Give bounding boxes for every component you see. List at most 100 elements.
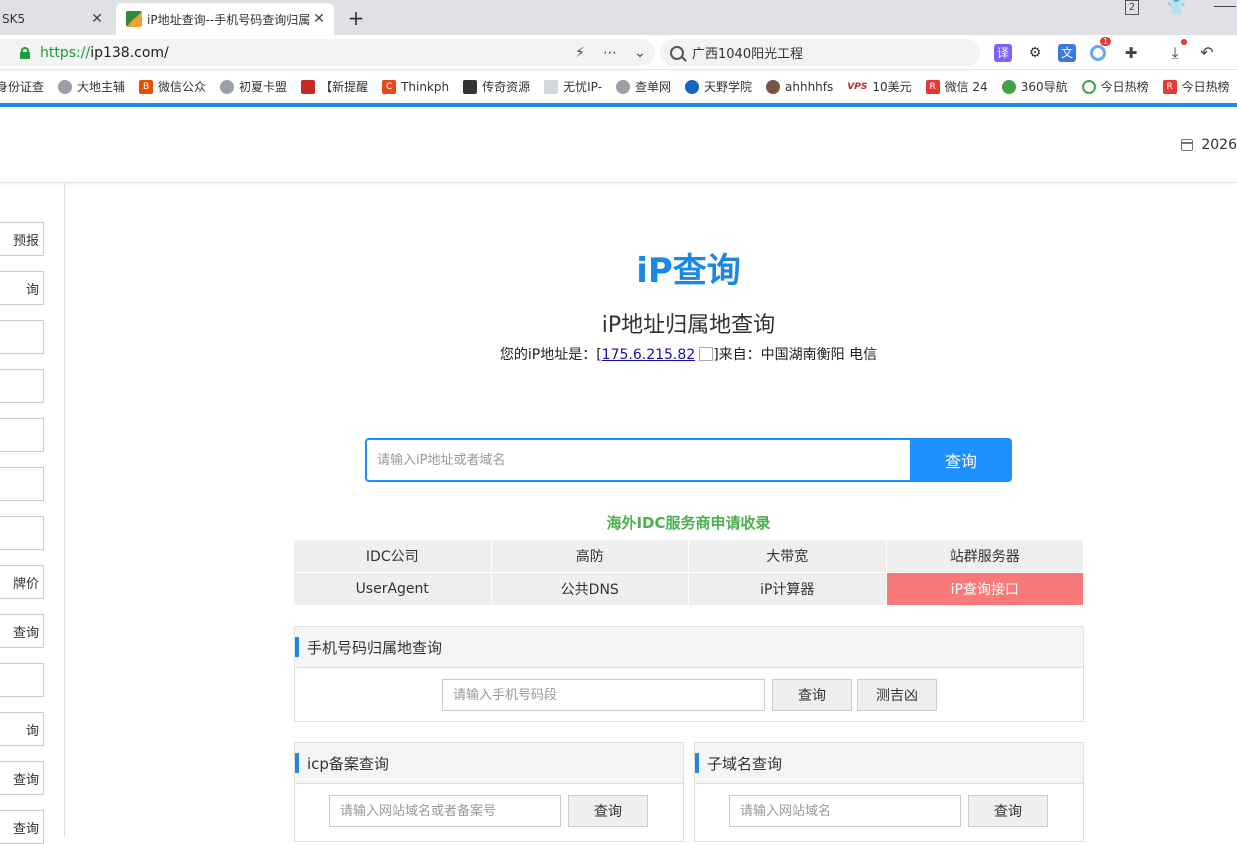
nav-ip-calculator[interactable]: iP计算器 [689, 573, 886, 605]
sidebar-item[interactable]: 查询 [0, 810, 44, 844]
page-title: iP地址归属地查询 [601, 313, 776, 338]
bookmark-label: 【新提醒 [320, 80, 369, 94]
bookmark-label: 微信 24 [944, 80, 988, 94]
sidebar-item-label: 查询 [12, 772, 39, 788]
more-icon[interactable]: ⋯ [595, 45, 625, 61]
globe-icon [58, 79, 73, 94]
ip-info-line: 您的iP地址是：[175.6.215.82]来自：中国湖南衡阳 电信 [0, 344, 1237, 364]
site-favicon-icon [126, 11, 142, 27]
bookmark-item[interactable]: 【新提醒 [301, 78, 368, 95]
nav-idc-company[interactable]: IDC公司 [294, 540, 491, 572]
url-text[interactable]: https://ip138.com/ [40, 45, 565, 61]
browser-search-box[interactable]: 广西1040阳光工程 [660, 39, 980, 66]
nav-bandwidth[interactable]: 大带宽 [689, 540, 886, 572]
phone-query-button[interactable]: 查询 [772, 679, 852, 711]
bookmark-item[interactable]: 大地主辅 [58, 78, 125, 95]
tab-title: SK5 [2, 12, 26, 26]
bookmark-item[interactable]: 初夏卡盟 [220, 78, 287, 95]
tab-sk5[interactable]: SK5 ✕ [0, 3, 112, 35]
nav-ddos-protection[interactable]: 高防 [491, 540, 688, 572]
subdomain-lookup-panel: 子域名查询 查询 [694, 742, 1084, 842]
bookmark-item[interactable]: 身份证查 [0, 78, 44, 95]
bookmark-item[interactable]: B 微信公众 [139, 78, 206, 95]
close-icon[interactable]: ✕ [310, 11, 328, 27]
calendar-icon [1181, 139, 1194, 151]
ip-location: ]来自：中国湖南衡阳 电信 [713, 347, 878, 363]
page-header: 2026 [0, 107, 1237, 183]
sidebar-item[interactable] [0, 418, 44, 452]
bookmark-label: 身份证查 [0, 80, 45, 94]
minimize-icon[interactable] [1214, 6, 1236, 7]
undo-icon[interactable]: ↶ [1198, 44, 1216, 62]
c-logo-icon: C [382, 79, 397, 94]
bookmark-item[interactable]: 360导航 [1001, 78, 1068, 95]
bookmark-label: 天野学院 [704, 80, 753, 94]
icp-query-button[interactable]: 查询 [568, 795, 648, 827]
search-icon [670, 45, 684, 60]
browser-search-text: 广西1040阳光工程 [692, 47, 804, 62]
bookmark-label: 大地主辅 [77, 80, 126, 94]
bookmark-label: 无忧IP- [563, 80, 602, 94]
google-translate-icon[interactable]: 文 [1058, 44, 1076, 62]
site-logo[interactable]: iP查询 [0, 243, 1237, 292]
bookmark-item[interactable]: ahhhhfs [766, 79, 833, 94]
bookmark-label: 初夏卡盟 [239, 80, 288, 94]
sidebar-item[interactable]: 查询 [0, 761, 44, 795]
r-logo-icon: R [1162, 79, 1177, 94]
bookmark-item[interactable]: C Thinkph [382, 79, 449, 94]
bookmark-item[interactable]: 传奇资源 [463, 78, 530, 95]
avatar-icon [766, 79, 781, 94]
lightning-icon[interactable]: ⚡ [565, 45, 595, 61]
bookmark-label: 查单网 [634, 80, 671, 94]
sidebar-item[interactable] [0, 467, 44, 501]
bookmark-item[interactable]: 天野学院 [685, 78, 752, 95]
sidebar-item[interactable]: 牌价 [0, 565, 44, 599]
nav-useragent[interactable]: UserAgent [294, 573, 491, 605]
sidebar-item[interactable]: 询 [0, 712, 44, 746]
nav-site-group-server[interactable]: 站群服务器 [886, 540, 1083, 572]
date-text: 2026 [1201, 137, 1237, 153]
circle-ext-icon[interactable] [1090, 45, 1106, 61]
bookmark-item[interactable]: 无忧IP- [544, 78, 602, 95]
bookmark-item[interactable]: 查单网 [615, 78, 671, 95]
ip-address-link[interactable]: 175.6.215.82 [602, 347, 696, 363]
sidebar-item-label: 询 [25, 723, 39, 739]
icp-input[interactable] [329, 795, 561, 827]
bookmark-item[interactable]: VPS 10美元 [847, 78, 911, 95]
bookmark-label: 今日热榜 [1100, 80, 1149, 94]
puzzle-icon[interactable]: ✚ [1122, 44, 1140, 62]
bookmark-label: 微信公众 [158, 80, 207, 94]
chatgpt-ext-icon[interactable]: ⚙ [1026, 44, 1044, 62]
new-tab-button[interactable]: + [344, 6, 368, 30]
idc-title-link[interactable]: 海外IDC服务商申请收录 [0, 512, 1237, 533]
tab-title: iP地址查询--手机号码查询归属地 [147, 12, 310, 27]
nav-public-dns[interactable]: 公共DNS [491, 573, 688, 605]
phone-input[interactable] [442, 679, 765, 711]
subdomain-query-button[interactable]: 查询 [968, 795, 1048, 827]
tab-ip138[interactable]: iP地址查询--手机号码查询归属地 ✕ [116, 3, 334, 35]
fortune-button[interactable]: 测吉凶 [857, 679, 937, 711]
tab-count-badge[interactable]: 2 [1125, 0, 1139, 15]
date-display: 2026 [1181, 137, 1237, 153]
url-bar[interactable]: https://ip138.com/ ⚡ ⋯ ⌄ [0, 39, 655, 66]
sidebar-item[interactable]: 查询 [0, 614, 44, 648]
translate-ext-icon[interactable]: 译 [994, 44, 1012, 62]
nav-ip-api[interactable]: iP查询接口 [886, 573, 1083, 605]
close-icon[interactable]: ✕ [88, 11, 106, 27]
vps-logo-icon: VPS [847, 81, 868, 92]
ip-search-input[interactable] [365, 438, 910, 482]
subdomain-input[interactable] [729, 795, 961, 827]
panel-title: 子域名查询 [695, 743, 1083, 784]
download-icon[interactable]: ⤓ [1166, 44, 1184, 62]
browser-tab-bar: SK5 ✕ iP地址查询--手机号码查询归属地 ✕ + 2 👕 [0, 0, 1237, 35]
bookmark-item[interactable]: 今日热榜 [1081, 78, 1149, 95]
sidebar-item[interactable] [0, 663, 44, 697]
chevron-down-icon[interactable]: ⌄ [625, 45, 655, 61]
phone-lookup-panel: 手机号码归属地查询 查询 测吉凶 [294, 626, 1084, 722]
bookmark-item[interactable]: R 微信 24 [925, 78, 988, 95]
ip-search-button[interactable]: 查询 [910, 438, 1012, 482]
url-host: ip138.com/ [90, 44, 169, 61]
bookmark-item[interactable]: R 今日热榜 [1162, 78, 1230, 95]
skin-icon[interactable]: 👕 [1167, 0, 1186, 16]
sidebar-item[interactable] [0, 369, 44, 403]
